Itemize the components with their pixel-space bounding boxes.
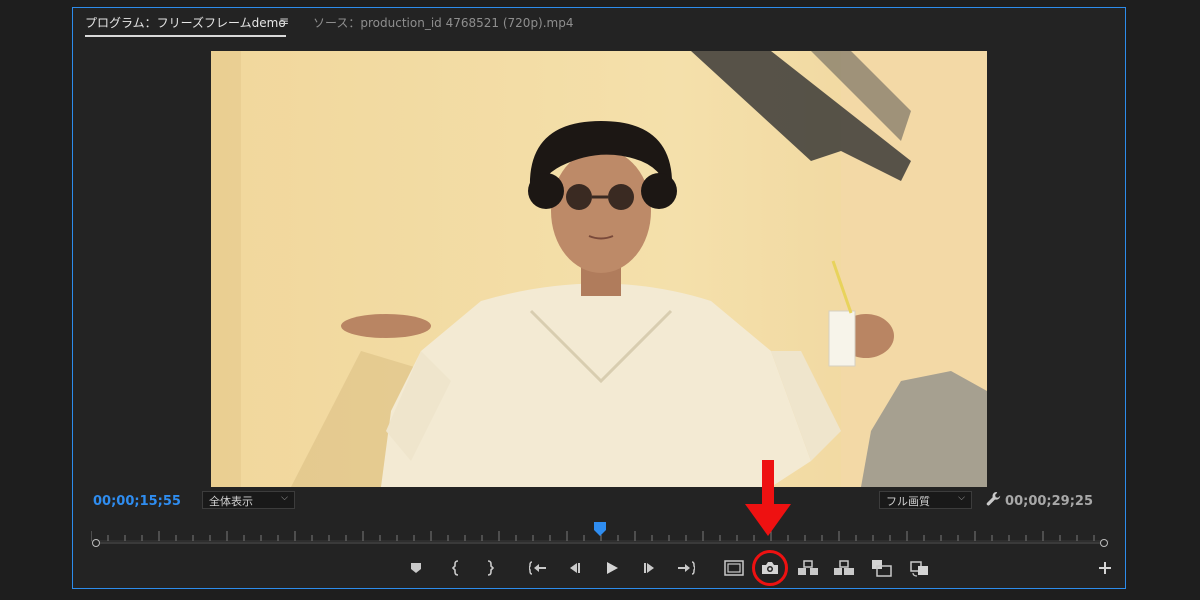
overwrite-button[interactable]	[908, 556, 932, 580]
extract-icon	[834, 560, 854, 575]
panel-menu-icon[interactable]: ≡	[279, 14, 289, 28]
insert-button[interactable]	[870, 556, 894, 580]
go-to-out-button[interactable]	[674, 556, 698, 580]
safe-margins-button[interactable]	[722, 556, 746, 580]
plus-icon	[1099, 562, 1111, 574]
annotation-highlight-circle	[752, 550, 788, 586]
step-back-button[interactable]	[562, 556, 586, 580]
go-to-in-button[interactable]	[526, 556, 550, 580]
lift-icon	[798, 560, 818, 575]
playback-quality-value: フル画質	[886, 495, 930, 508]
zoom-level-value: 全体表示	[209, 495, 253, 508]
current-timecode[interactable]: 00;00;15;55	[93, 494, 181, 509]
mark-out-button[interactable]	[478, 556, 502, 580]
duration-timecode: 00;00;29;25	[1005, 494, 1093, 509]
video-preview	[211, 51, 987, 487]
chevron-down-icon: ⌵	[281, 493, 288, 503]
tab-program[interactable]: プログラム：フリーズフレームdemo	[85, 14, 286, 37]
zoom-level-select[interactable]: 全体表示 ⌵	[202, 491, 295, 509]
go-to-out-icon	[678, 561, 695, 575]
program-monitor-panel: プログラム：フリーズフレームdemo ≡ ソース：production_id 4…	[72, 7, 1126, 589]
add-button[interactable]	[1093, 556, 1117, 580]
tab-source[interactable]: ソース：production_id 4768521 (720p).mp4	[313, 14, 574, 31]
marker-icon	[411, 563, 421, 573]
lift-button[interactable]	[796, 556, 820, 580]
insert-icon	[872, 560, 892, 577]
safe-margins-icon	[724, 560, 744, 576]
zoom-scrollbar[interactable]	[92, 539, 1108, 547]
mark-in-button[interactable]	[444, 556, 468, 580]
step-forward-icon	[644, 563, 654, 573]
settings-wrench-icon[interactable]	[985, 490, 1003, 512]
playhead[interactable]	[594, 521, 606, 540]
zoom-scrollbar-left-handle[interactable]	[92, 539, 100, 547]
annotation-arrow-icon	[745, 460, 791, 542]
playback-quality-select[interactable]: フル画質 ⌵	[879, 491, 972, 509]
add-marker-button[interactable]	[404, 556, 428, 580]
mark-out-icon	[487, 560, 495, 576]
extract-button[interactable]	[832, 556, 856, 580]
step-forward-button[interactable]	[638, 556, 662, 580]
step-back-icon	[570, 563, 580, 573]
chevron-down-icon: ⌵	[958, 493, 965, 503]
play-icon	[607, 562, 618, 574]
monitor-tabs: プログラム：フリーズフレームdemo ≡ ソース：production_id 4…	[73, 8, 1125, 37]
overwrite-icon	[910, 561, 928, 577]
go-to-in-icon	[529, 561, 546, 575]
zoom-scrollbar-track	[99, 542, 1101, 544]
zoom-scrollbar-right-handle[interactable]	[1100, 539, 1108, 547]
play-button[interactable]	[600, 556, 624, 580]
mark-in-icon	[451, 560, 459, 576]
